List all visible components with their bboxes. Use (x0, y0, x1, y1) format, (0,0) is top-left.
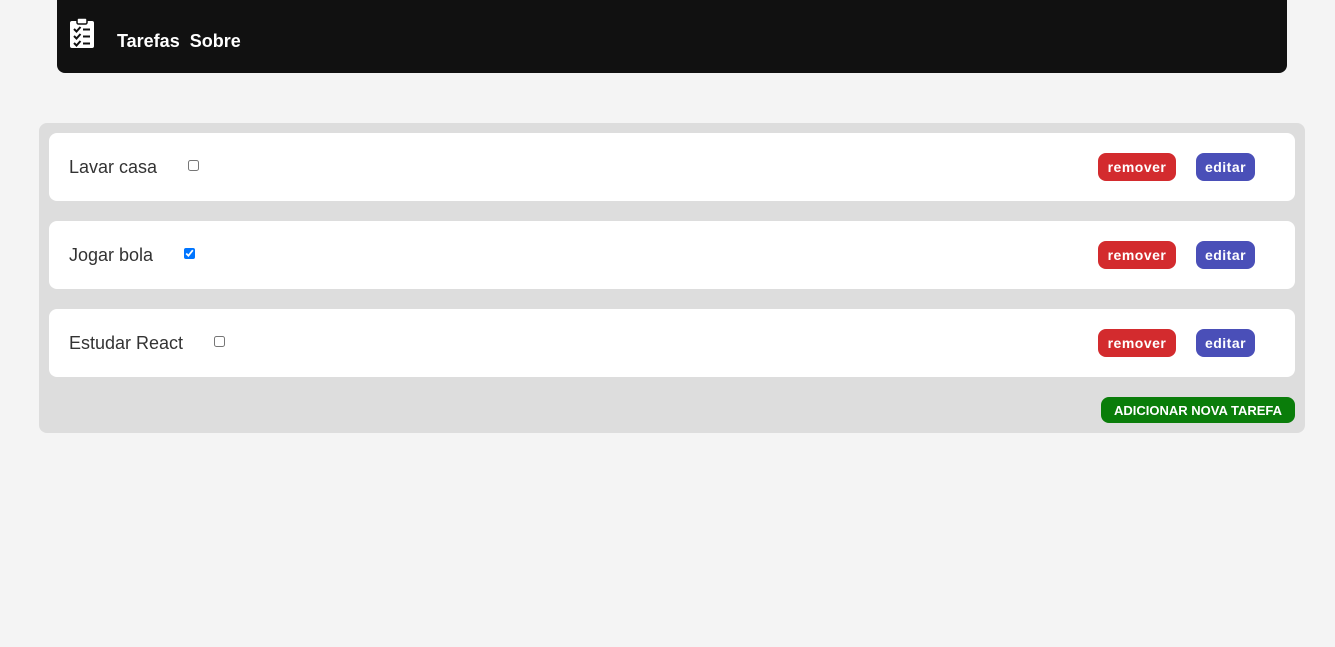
task-item: Estudar React remover editar (49, 309, 1295, 377)
task-item: Lavar casa remover editar (49, 133, 1295, 201)
add-task-button[interactable]: ADICIONAR NOVA TAREFA (1101, 397, 1295, 423)
edit-button[interactable]: editar (1196, 153, 1255, 181)
nav-links: Tarefas Sobre (117, 31, 241, 52)
task-label: Estudar React (69, 333, 184, 353)
edit-button[interactable]: editar (1196, 241, 1255, 269)
remove-button[interactable]: remover (1098, 153, 1176, 181)
task-item: Jogar bola remover editar (49, 221, 1295, 289)
task-label: Lavar casa (69, 157, 158, 177)
task-done-checkbox[interactable] (188, 160, 199, 171)
clipboard-check-icon (70, 17, 94, 48)
remove-button[interactable]: remover (1098, 241, 1176, 269)
edit-button[interactable]: editar (1196, 329, 1255, 357)
remove-button[interactable]: remover (1098, 329, 1176, 357)
task-list-panel: Lavar casa remover editar Jogar bola rem… (39, 123, 1305, 433)
nav-link-sobre[interactable]: Sobre (190, 31, 241, 52)
nav-link-tarefas[interactable]: Tarefas (117, 31, 180, 52)
navbar: Tarefas Sobre (57, 0, 1287, 73)
task-done-checkbox[interactable] (184, 248, 195, 259)
task-label: Jogar bola (69, 245, 154, 265)
task-done-checkbox[interactable] (214, 336, 225, 347)
